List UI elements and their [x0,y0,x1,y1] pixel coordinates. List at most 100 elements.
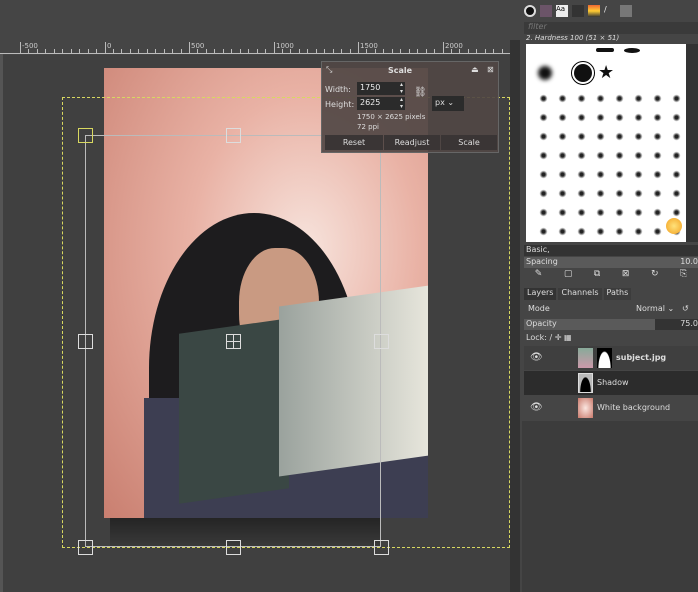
ruler-tick [324,49,325,53]
handle-right[interactable] [374,334,389,349]
ruler-tick [197,49,198,53]
lock-position-icon[interactable]: ✛ [555,333,562,342]
ruler-tick [155,49,156,53]
ruler-tick [383,49,384,53]
ruler-tick [434,49,435,53]
mode-value: Normal [636,304,665,313]
ruler-tick [443,49,444,53]
layer-thumbnail [578,398,593,418]
document-tab-icon[interactable] [572,5,584,17]
paint-dynamics-icon[interactable]: / [604,5,616,17]
ruler-tick [257,49,258,53]
layer-row[interactable]: 👁 subject.jpg [524,346,698,370]
ruler-tick [333,49,334,53]
brush-items[interactable] [534,89,684,239]
lock-alpha-icon[interactable]: ▦ [564,333,572,342]
selected-brush-label: 2. Hardness 100 (51 × 51) [524,34,698,44]
edit-brush-icon[interactable]: ✎ [535,269,543,282]
ruler-tick [37,49,38,53]
handle-bottom-right[interactable] [374,540,389,555]
layer-thumbnail [578,373,593,393]
brush-tab-icon[interactable] [524,5,536,17]
eye-icon[interactable]: 👁 [530,352,543,363]
ruler-tick [189,49,190,53]
height-spinner[interactable]: ▴▾ [400,96,403,110]
brush-grid[interactable]: ★ [526,44,686,242]
dialog-title: Scale [388,66,412,75]
layer-row[interactable]: 👁 White background [524,396,698,420]
mode-select[interactable]: Normal ⌄ [636,304,674,313]
eye-icon[interactable]: 👁 [530,402,543,413]
ruler-tick [358,49,359,53]
canvas-scrollbar[interactable] [510,40,520,592]
width-input[interactable]: 1750 [357,82,405,95]
new-brush-icon[interactable]: ▢ [564,269,573,282]
layer-mask-thumbnail[interactable] [597,348,612,368]
handle-bottom[interactable] [226,540,241,555]
opacity-slider[interactable]: Opacity 75.0 [524,319,698,330]
mode-label: Mode [528,304,550,313]
unit-value: px [435,98,445,107]
gradient-tab-icon[interactable] [588,5,600,17]
ruler-tick [130,49,131,53]
brush-item[interactable] [538,66,552,80]
brush-item[interactable] [596,48,614,52]
spacing-slider[interactable]: Spacing10.0 [524,257,698,268]
ruler-tick [476,49,477,53]
ruler-tick [375,49,376,53]
handle-top-left[interactable] [78,128,93,143]
delete-brush-icon[interactable]: ⊠ [622,269,630,282]
handle-left[interactable] [78,334,93,349]
pattern-tab-icon[interactable] [540,5,552,17]
ruler-tick [417,49,418,53]
width-spinner[interactable]: ▴▾ [400,81,403,95]
spacing-label: Spacing [526,257,558,266]
chain-link-icon[interactable]: ⛓ [414,87,427,98]
ruler-tick [147,49,148,53]
ruler-tick [54,49,55,53]
height-input[interactable]: 2625 [357,97,405,110]
layer-thumbnail [578,348,593,368]
handle-bottom-left[interactable] [78,540,93,555]
open-as-image-icon[interactable]: ⎘ [680,269,687,282]
ruler-tick [307,49,308,53]
opacity-value: 75.0 [680,319,698,328]
scale-tool-icon: ⤡ [326,65,332,75]
opacity-label: Opacity [524,319,557,328]
layer-name: White background [597,403,670,412]
close-icon[interactable]: ⊠ [487,65,494,74]
brush-tag-input[interactable]: Basic, [524,245,698,256]
tool-presets-icon[interactable] [620,5,632,17]
brush-filter-input[interactable]: filter [524,22,698,34]
ruler-tick [451,49,452,53]
ruler-tick [265,49,266,53]
brush-star[interactable]: ★ [598,62,614,83]
ruler-tick [96,49,97,53]
reset-mode-icon[interactable]: ↺ [682,304,689,313]
brush-scrollbar[interactable] [686,44,698,242]
reset-button[interactable]: Reset [325,135,383,150]
handle-center[interactable] [226,334,241,349]
font-tab-icon[interactable]: Aa [556,5,568,17]
readjust-button[interactable]: Readjust [384,135,440,150]
ruler-tick [392,49,393,53]
toolbar-area [0,0,520,40]
brush-item[interactable] [624,48,640,53]
handle-top[interactable] [226,128,241,143]
ruler-tick [290,49,291,53]
tab-paths[interactable]: Paths [604,288,632,300]
brush-item[interactable] [666,218,682,234]
ruler-label: 0 [105,42,111,54]
brush-item-selected[interactable] [574,64,592,82]
lock-label: Lock: [526,333,547,342]
lock-pixels-icon[interactable]: / [549,333,552,342]
unit-select[interactable]: px ⌄ [432,96,464,111]
layer-row[interactable]: Shadow [524,371,698,395]
tab-channels[interactable]: Channels [558,288,601,300]
refresh-icon[interactable]: ↻ [651,269,659,282]
duplicate-brush-icon[interactable]: ⧉ [594,269,600,282]
tab-layers[interactable]: Layers [524,288,556,300]
pin-icon[interactable]: ⏏ [471,65,479,74]
ruler-tick [45,49,46,53]
scale-button[interactable]: Scale [441,135,497,150]
